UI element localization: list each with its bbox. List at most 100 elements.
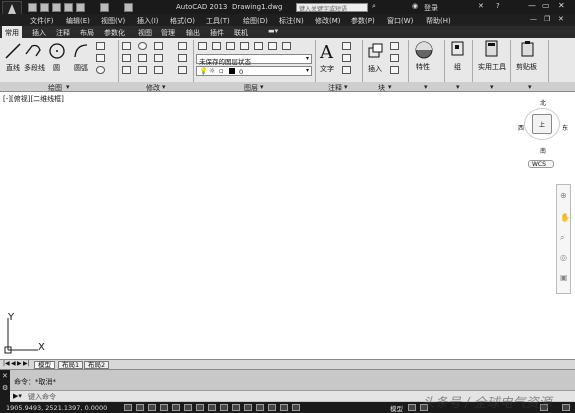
search-box[interactable]: 键入关键字或短语 (296, 3, 368, 13)
compass-east[interactable]: 东 (562, 123, 568, 132)
layer-tool-1-icon[interactable] (212, 42, 221, 50)
stretch-icon[interactable] (122, 66, 131, 74)
rotate-icon[interactable] (138, 42, 147, 50)
array-icon[interactable] (154, 66, 163, 74)
chevron-down-icon[interactable]: ▾ (424, 83, 428, 91)
menu-draw[interactable]: 绘图(D) (243, 16, 268, 26)
exchange-icon[interactable]: ✕ (478, 2, 484, 10)
arc-button[interactable]: 圆弧 (72, 42, 92, 72)
annotation-monitor-icon[interactable] (292, 404, 300, 411)
orbit-icon[interactable]: ◎ (560, 253, 567, 262)
chevron-down-icon[interactable]: ▾ (388, 83, 392, 91)
scale-icon[interactable] (138, 66, 147, 74)
tab-nav-last-icon[interactable]: ▶| (23, 360, 30, 367)
layer-tool-3-icon[interactable] (240, 42, 249, 50)
hatch-icon[interactable] (96, 54, 105, 62)
tab-nav-prev-icon[interactable]: ◀ (11, 360, 16, 367)
tab-nav-next-icon[interactable]: ▶ (17, 360, 22, 367)
grid-display-icon[interactable] (148, 404, 156, 411)
clean-screen-icon[interactable] (562, 404, 570, 411)
mirror-icon[interactable] (138, 54, 147, 62)
copy-icon[interactable] (122, 54, 131, 62)
menu-insert[interactable]: 插入(I) (137, 16, 159, 26)
layer-tool-4-icon[interactable] (254, 42, 263, 50)
menu-parametric[interactable]: 参数(P) (351, 16, 375, 26)
chevron-down-icon[interactable]: ▾ (528, 83, 532, 91)
tab-layout1[interactable]: 布局1 (58, 361, 84, 369)
dynamic-input-icon[interactable] (232, 404, 240, 411)
doc-minimize-button[interactable]: — (530, 15, 537, 23)
offset-icon[interactable] (178, 66, 187, 74)
polar-tracking-icon[interactable] (172, 404, 180, 411)
tab-layout[interactable]: 布局 (80, 28, 94, 38)
tab-annotate[interactable]: 注释 (56, 28, 70, 38)
object-snap-icon[interactable] (184, 404, 192, 411)
insert-block-button[interactable]: 插入 (366, 42, 386, 74)
create-block-icon[interactable] (390, 42, 399, 50)
tab-home[interactable]: 常用 (2, 26, 22, 38)
text-button[interactable]: A 文字 (318, 42, 338, 74)
menu-tools[interactable]: 工具(T) (206, 16, 230, 26)
line-button[interactable]: 直线 (4, 42, 22, 72)
command-window-handle[interactable]: ✕ ⚙ (0, 370, 10, 402)
redo-icon[interactable] (124, 3, 133, 12)
tab-insert[interactable]: 插入 (32, 28, 46, 38)
snap-mode-icon[interactable] (136, 404, 144, 411)
3d-object-snap-icon[interactable] (196, 404, 204, 411)
layer-state-dropdown[interactable]: 未保存的图层状态 ▾ (196, 54, 312, 66)
menu-edit[interactable]: 编辑(E) (66, 16, 90, 26)
plot-icon[interactable] (76, 3, 85, 12)
ellipse-icon[interactable] (96, 66, 105, 74)
object-snap-tracking-icon[interactable] (208, 404, 216, 411)
close-icon[interactable]: ✕ (2, 372, 8, 380)
chevron-down-icon[interactable]: ▾ (162, 83, 166, 91)
transparency-icon[interactable] (256, 404, 264, 411)
search-input[interactable]: 键入关键字或短语 (299, 4, 347, 13)
command-input[interactable]: 键入命令 (28, 392, 56, 402)
chevron-down-icon[interactable]: ▾ (260, 83, 264, 91)
tab-plugins[interactable]: 插件 (210, 28, 224, 38)
properties-button[interactable]: 特性 (414, 40, 436, 74)
tab-model[interactable]: 模型 (34, 361, 55, 369)
circle-button[interactable]: 圆 (48, 42, 68, 72)
selection-cycling-icon[interactable] (280, 404, 288, 411)
dynamic-ucs-icon[interactable] (220, 404, 228, 411)
leader-icon[interactable] (342, 54, 351, 62)
trim-icon[interactable] (154, 42, 163, 50)
menu-dimension[interactable]: 标注(N) (279, 16, 304, 26)
fillet-icon[interactable] (154, 54, 163, 62)
wcs-dropdown[interactable]: WCS (528, 160, 554, 168)
new-file-icon[interactable] (28, 3, 37, 12)
menu-help[interactable]: 帮助(H) (426, 16, 451, 26)
ribbon-options-icon[interactable]: ▬▾ (268, 27, 278, 35)
tab-parametric[interactable]: 参数化 (104, 28, 125, 38)
tab-nav-first-icon[interactable]: |◀ (3, 360, 10, 367)
coordinates-readout[interactable]: 1905.9493, 2521.1397, 0.0000 (6, 404, 107, 412)
pan-icon[interactable]: ✋ (560, 213, 570, 222)
viewcube[interactable]: 北 西 东 南 上 WCS (514, 98, 572, 168)
help-icon[interactable]: ? (496, 2, 500, 10)
minimize-button[interactable]: — (528, 1, 536, 10)
tab-layout2[interactable]: 布局2 (84, 361, 110, 369)
menu-format[interactable]: 格式(O) (170, 16, 195, 26)
layer-tool-2-icon[interactable] (226, 42, 235, 50)
chevron-down-icon[interactable]: ▾ (456, 83, 460, 91)
polyline-button[interactable]: 多段线 (24, 42, 46, 72)
close-button[interactable]: ✕ (558, 1, 565, 10)
compass-north[interactable]: 北 (540, 98, 546, 107)
layer-tool-6-icon[interactable] (282, 42, 291, 50)
drawing-canvas[interactable]: [-][俯视][二维线框] 北 西 东 南 上 WCS ⊕ ✋ ⌕ ◎ ▣ Y … (0, 92, 575, 360)
tab-output[interactable]: 输出 (186, 28, 200, 38)
save-icon[interactable] (52, 3, 61, 12)
chevron-down-icon[interactable]: ▾ (344, 83, 348, 91)
ortho-mode-icon[interactable] (160, 404, 168, 411)
zoom-icon[interactable]: ⌕ (560, 233, 564, 243)
menu-file[interactable]: 文件(F) (30, 16, 54, 26)
infer-constraints-icon[interactable] (124, 404, 132, 411)
layer-properties-icon[interactable] (198, 42, 207, 50)
edit-block-icon[interactable] (390, 54, 399, 62)
layer-current-dropdown[interactable]: 💡 ☼ ▫ 0 ▾ (196, 66, 312, 76)
search-icon[interactable]: ⌕ (372, 2, 376, 11)
undo-icon[interactable] (100, 3, 109, 12)
tab-online[interactable]: 联机 (234, 28, 248, 38)
